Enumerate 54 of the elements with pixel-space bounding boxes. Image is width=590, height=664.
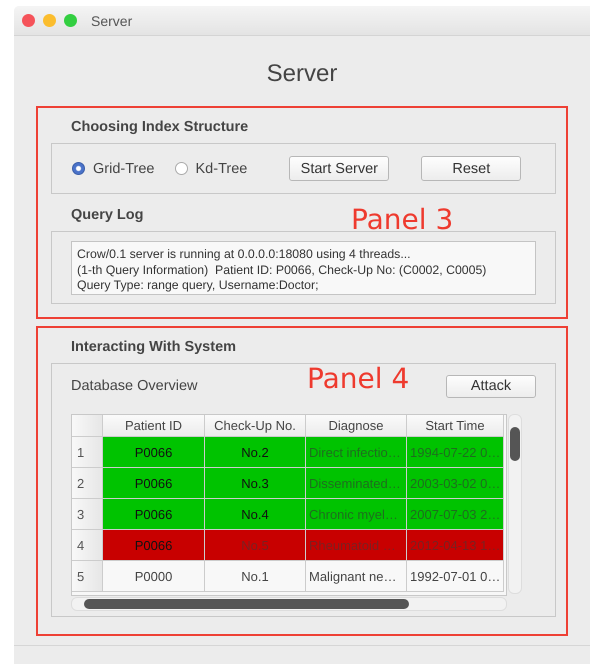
table-row[interactable]: 5 P0000 No.1 Malignant ne… 1992-07-01 0…: [72, 561, 506, 592]
table-cell: 1994-07-22 0…: [407, 437, 504, 468]
group-title: Interacting With System: [71, 339, 236, 357]
table-cell: No.2: [205, 437, 306, 468]
window-title: Server: [91, 12, 132, 28]
table-cell: 2003-03-02 0…: [407, 468, 504, 499]
log-line: Query Type: range query, Username:Doctor;: [77, 278, 320, 294]
table-cell: Disseminated…: [306, 468, 407, 499]
column-header[interactable]: Check-Up No.: [205, 415, 306, 437]
column-header[interactable]: Start Time: [407, 415, 504, 437]
start-server-button[interactable]: Start Server: [289, 156, 390, 181]
close-button[interactable]: [22, 14, 35, 27]
table-cell: Direct infectio…: [306, 437, 407, 468]
vertical-scrollbar[interactable]: [508, 414, 522, 594]
page-heading: Server: [266, 60, 338, 89]
section-label: Database Overview: [71, 378, 198, 394]
table-cell: No.3: [205, 468, 306, 499]
table-cell: 2007-07-03 2…: [407, 499, 504, 530]
row-header: 3: [72, 499, 103, 530]
table-cell: P0000: [103, 561, 205, 592]
column-header[interactable]: Patient ID: [103, 415, 205, 437]
table-row[interactable]: 3 P0066 No.4 Chronic myel… 2007-07-03 2…: [72, 499, 506, 530]
table-row[interactable]: 2 P0066 No.3 Disseminated… 2003-03-02 0…: [72, 468, 506, 499]
table-cell: P0066: [103, 437, 205, 468]
radio-option[interactable]: Grid-Tree: [72, 160, 154, 176]
row-header: 2: [72, 468, 103, 499]
attack-button[interactable]: Attack: [446, 374, 536, 398]
table-row[interactable]: 4 P0066 No.5 Rheumatoid … 2012-04-13 1…: [72, 530, 506, 561]
group-title: Choosing Index Structure: [71, 119, 248, 137]
row-header: 5: [72, 561, 103, 592]
reset-button[interactable]: Reset: [421, 156, 522, 181]
horizontal-scrollbar[interactable]: [71, 597, 507, 611]
radio-option[interactable]: Kd-Tree: [174, 160, 248, 176]
table-cell: Malignant ne…: [306, 561, 407, 592]
table-cell: No.4: [205, 499, 306, 530]
table-cell: 2012-04-13 1…: [407, 530, 504, 561]
table-row[interactable]: 1 P0066 No.2 Direct infectio… 1994-07-22 0…: [72, 437, 506, 468]
group-title: Query Log: [71, 207, 144, 225]
column-header[interactable]: Diagnose: [306, 415, 407, 437]
table-cell: No.5: [205, 530, 306, 561]
table-cell: P0066: [103, 499, 205, 530]
row-header: 1: [72, 437, 103, 468]
table-cell: P0066: [103, 530, 205, 561]
table-cell: Rheumatoid …: [306, 530, 407, 561]
log-line: (1-th Query Information) Patient ID: P0066, Check-Up No: (C0002, C0005): [77, 262, 488, 278]
table-cell: P0066: [103, 468, 205, 499]
row-header: 4: [72, 530, 103, 561]
panel-annotation: Panel 4: [307, 365, 410, 393]
table-cell: No.1: [205, 561, 306, 592]
table-cell: Chronic myel…: [306, 499, 407, 530]
panel-annotation: Panel 3: [351, 206, 454, 234]
zoom-button[interactable]: [64, 14, 77, 27]
table-cell: 1992-07-01 0…: [407, 561, 504, 592]
log-line: Crow/0.1 server is running at 0.0.0.0:18080 using 4 threads...: [77, 247, 412, 262]
